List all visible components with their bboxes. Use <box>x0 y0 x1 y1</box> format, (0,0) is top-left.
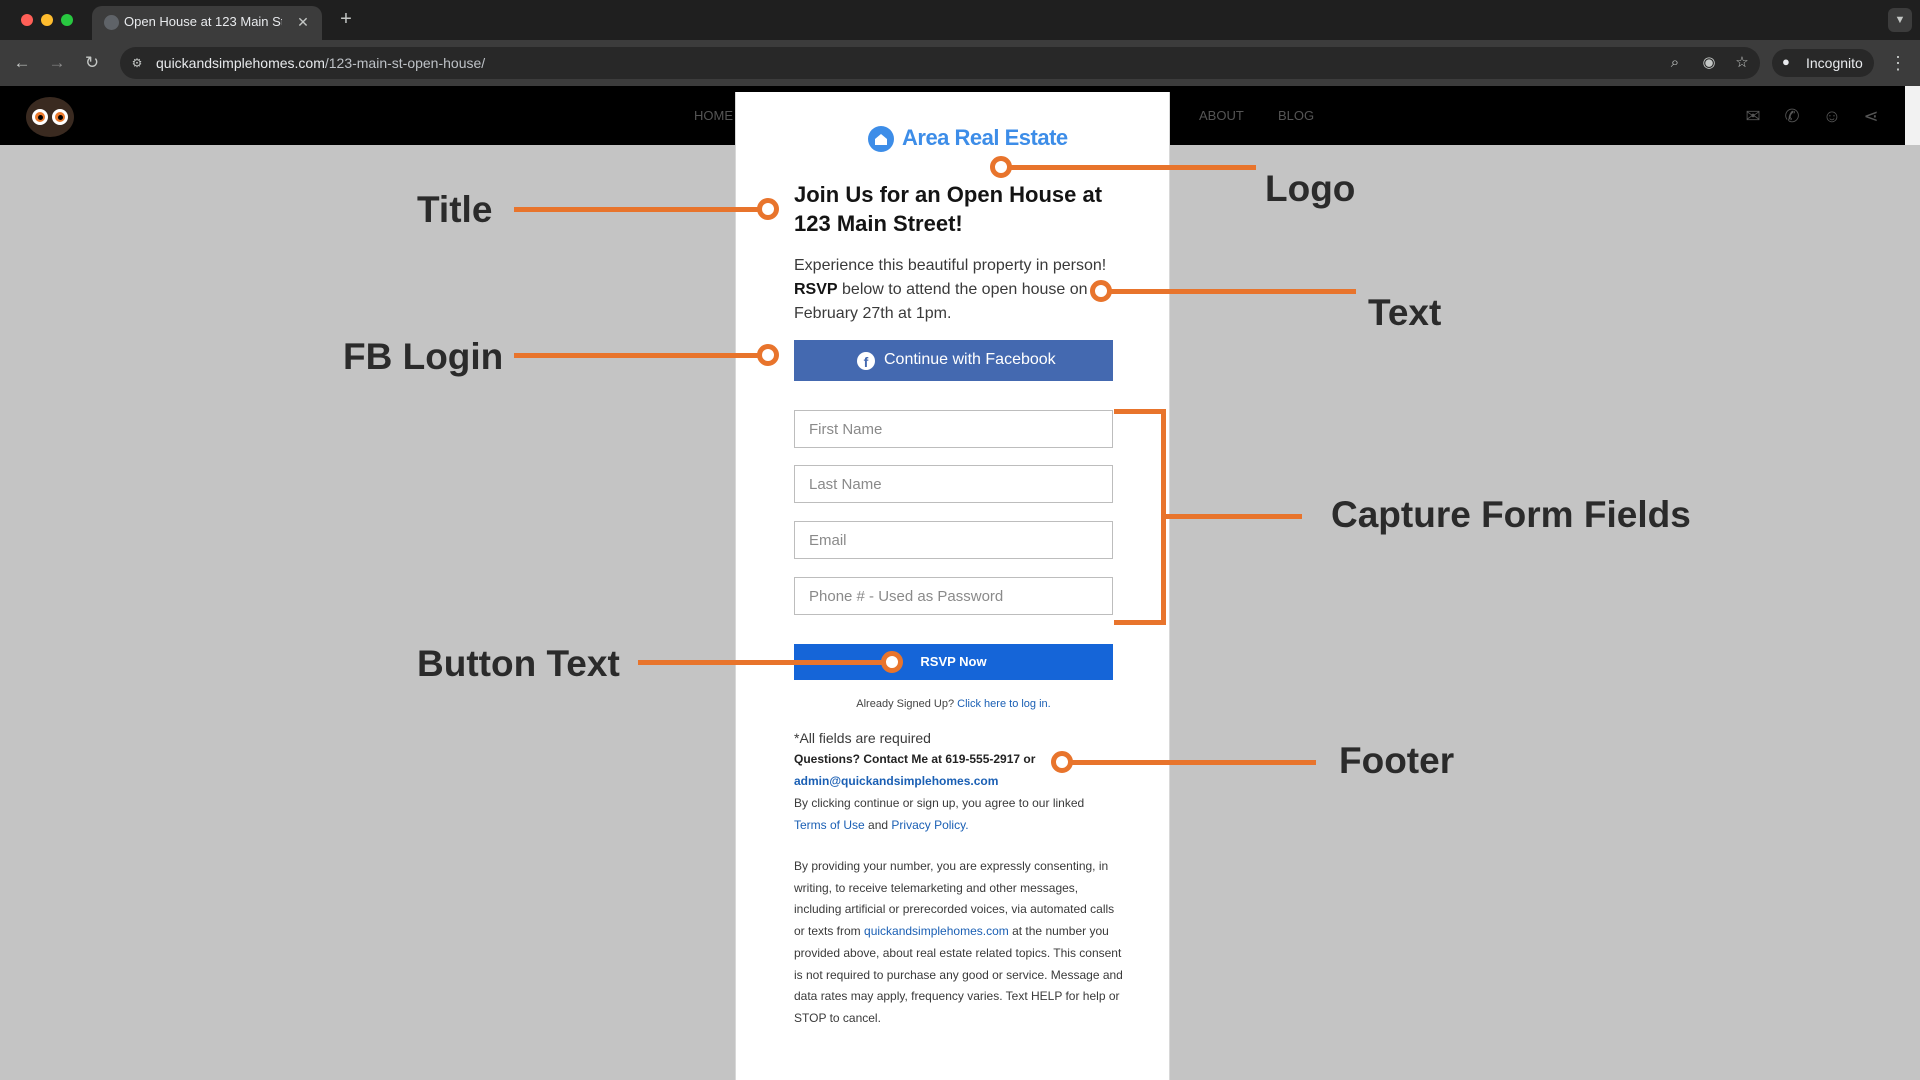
more-menu-icon[interactable]: ⋮ <box>1886 49 1910 77</box>
facebook-login-button[interactable]: f Continue with Facebook <box>794 340 1113 381</box>
address-bar[interactable]: ⚙ quickandsimplehomes.com/123-main-st-op… <box>120 47 1760 79</box>
description-rsvp: RSVP <box>794 281 838 298</box>
annotation-fb-login: FB Login <box>343 336 504 377</box>
last-name-field[interactable] <box>794 465 1113 503</box>
description-rest: below to attend the open house on Februa… <box>794 281 1088 322</box>
annotation-footer-dot <box>1051 751 1073 773</box>
annotation-footer-line <box>1062 760 1316 765</box>
phone-icon[interactable]: ✆ <box>1780 104 1804 128</box>
incognito-badge[interactable]: ● Incognito <box>1772 49 1874 77</box>
annotation-text-dot <box>1090 280 1112 302</box>
login-link[interactable]: Click here to log in. <box>957 698 1051 710</box>
back-button[interactable]: ← <box>8 49 36 77</box>
open-house-modal: Area Real Estate Join Us for an Open Hou… <box>735 92 1170 1080</box>
url-path: /123-main-st-open-house/ <box>324 55 486 71</box>
site-info-icon[interactable]: ⚙ <box>129 55 145 71</box>
description-line-1: Experience this beautiful property in pe… <box>794 257 1107 274</box>
share-icon[interactable]: ⋖ <box>1859 104 1883 128</box>
phone-field[interactable] <box>794 577 1113 615</box>
new-tab-button[interactable]: + <box>334 8 358 32</box>
annotation-fb-dot <box>757 344 779 366</box>
owl-logo[interactable] <box>26 97 74 137</box>
mail-icon[interactable]: ✉ <box>1741 104 1765 128</box>
annotation-button-dot <box>881 651 903 673</box>
page-scrollbar[interactable] <box>1905 86 1920 145</box>
annotation-logo: Logo <box>1265 168 1356 209</box>
facebook-icon: f <box>857 352 875 370</box>
and-text: and <box>868 818 889 832</box>
legal-links: Terms of Use and Privacy Policy. <box>794 814 1124 836</box>
forward-button[interactable]: → <box>43 49 71 77</box>
eye-off-icon[interactable]: ◉ <box>1698 52 1720 74</box>
login-prompt: Already Signed Up? Click here to log in. <box>794 698 1113 710</box>
annotation-text: Text <box>1368 292 1442 333</box>
user-icon[interactable]: ☺ <box>1820 104 1844 128</box>
annotation-fb-line <box>514 353 760 358</box>
globe-icon <box>104 15 119 30</box>
modal-footer: *All fields are required Questions? Cont… <box>794 728 1124 1030</box>
tab-search-button[interactable]: ▼ <box>1888 8 1912 32</box>
brand-name: Area Real Estate <box>902 125 1068 150</box>
browser-tab-bar: Open House at 123 Main Stre ✕ + ▼ <box>0 0 1920 40</box>
annotation-logo-line <box>1000 165 1256 170</box>
incognito-icon: ● <box>1782 54 1790 69</box>
minimize-window-button[interactable] <box>41 14 53 26</box>
nav-home[interactable]: HOME <box>694 108 733 123</box>
modal-title: Join Us for an Open House at 123 Main St… <box>794 182 1103 236</box>
owl-eye-right <box>52 109 68 125</box>
incognito-label: Incognito <box>1806 55 1863 71</box>
tab-title: Open House at 123 Main Stre <box>124 14 282 29</box>
first-name-field[interactable] <box>794 410 1113 448</box>
modal-description: Experience this beautiful property in pe… <box>794 254 1124 326</box>
consent-text-2: at the number you provided above, about … <box>794 924 1123 1025</box>
annotation-title: Title <box>417 189 493 230</box>
annotation-logo-dot <box>990 156 1012 178</box>
agree-text: By clicking continue or sign up, you agr… <box>794 796 1085 810</box>
annotation-capture-form-fields: Capture Form Fields <box>1331 494 1691 535</box>
close-window-button[interactable] <box>21 14 33 26</box>
annotation-title-dot <box>757 198 779 220</box>
nav-blog[interactable]: BLOG <box>1278 108 1314 123</box>
annotation-form-bracket <box>1114 409 1166 625</box>
required-note: *All fields are required <box>794 730 931 746</box>
url-text[interactable]: quickandsimplehomes.com/123-main-st-open… <box>156 55 485 71</box>
annotation-button-text: Button Text <box>417 643 620 684</box>
nav-about[interactable]: ABOUT <box>1199 108 1244 123</box>
house-icon <box>868 126 894 152</box>
consent-site-link[interactable]: quickandsimplehomes.com <box>864 924 1009 938</box>
annotation-title-line <box>514 207 760 212</box>
browser-toolbar: ← → ↻ ⚙ quickandsimplehomes.com/123-main… <box>0 40 1920 86</box>
owl-eye-left <box>32 109 48 125</box>
annotation-form-line <box>1166 514 1302 519</box>
annotation-text-line <box>1102 289 1356 294</box>
reload-button[interactable]: ↻ <box>78 49 106 77</box>
terms-link[interactable]: Terms of Use <box>794 818 865 832</box>
facebook-button-label: Continue with Facebook <box>884 351 1056 368</box>
url-domain: quickandsimplehomes.com <box>156 55 325 71</box>
email-field[interactable] <box>794 521 1113 559</box>
privacy-link[interactable]: Privacy Policy. <box>891 818 968 832</box>
bookmark-star-icon[interactable]: ☆ <box>1731 52 1753 74</box>
browser-tab[interactable]: Open House at 123 Main Stre ✕ <box>92 6 322 40</box>
contact-email-link[interactable]: admin@quickandsimplehomes.com <box>794 770 1124 792</box>
close-tab-icon[interactable]: ✕ <box>294 13 312 31</box>
annotation-footer: Footer <box>1339 740 1455 781</box>
annotation-button-line <box>638 660 884 665</box>
maximize-window-button[interactable] <box>61 14 73 26</box>
already-signed-text: Already Signed Up? <box>856 698 955 710</box>
contact-line: Questions? Contact Me at 619-555-2917 or <box>794 752 1036 766</box>
sms-consent: By providing your number, you are expres… <box>794 856 1124 1030</box>
zoom-icon[interactable]: ⌕ <box>1664 52 1686 74</box>
